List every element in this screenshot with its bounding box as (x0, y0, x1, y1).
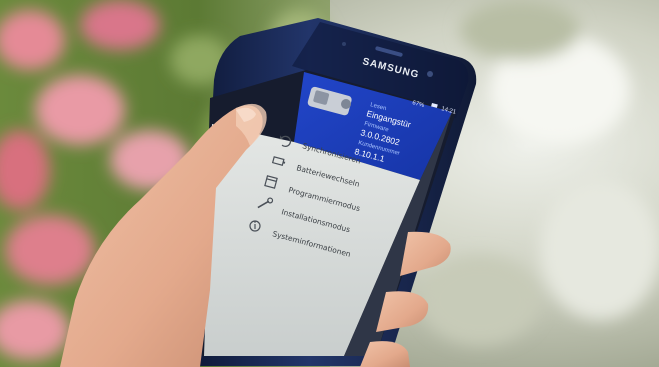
photo-scene: SAMSUNG 67% 14:21 Lesen Eingangstür Firm… (0, 0, 659, 367)
front-camera-icon (427, 71, 433, 77)
proximity-sensor-icon (342, 42, 346, 46)
photo-canvas: SAMSUNG 67% 14:21 Lesen Eingangstür Firm… (0, 0, 659, 367)
